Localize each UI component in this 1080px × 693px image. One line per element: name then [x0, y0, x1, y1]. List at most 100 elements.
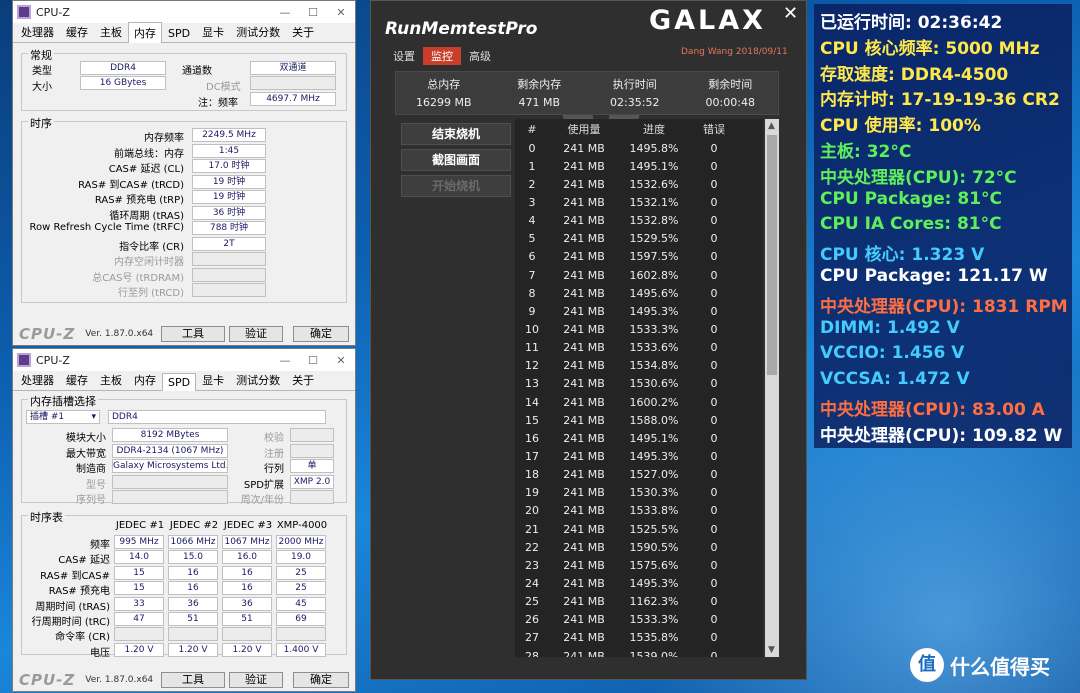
grid-cell: 1533.3% — [629, 613, 679, 627]
tab-2[interactable]: 主板 — [94, 369, 128, 390]
tab-2[interactable]: 主板 — [94, 21, 128, 42]
screenshot-button[interactable]: 截图画面 — [401, 149, 511, 171]
maximize-icon[interactable]: ☐ — [299, 354, 327, 367]
tab-7[interactable]: 关于 — [286, 21, 320, 42]
tools-button[interactable]: 工具 — [161, 672, 225, 688]
timing-label: 内存频率 — [144, 133, 184, 144]
galax-logo: GALAX — [649, 5, 766, 36]
module-right-value — [290, 428, 334, 442]
tab-7[interactable]: 关于 — [286, 369, 320, 390]
osd-line: DIMM: 1.492 V — [820, 317, 960, 338]
module-value: Galaxy Microsystems Ltd. — [112, 459, 228, 473]
close-icon[interactable]: ✕ — [327, 354, 355, 367]
cpuz-titlebar[interactable]: CPU-Z — ☐ ✕ — [13, 349, 355, 371]
tab-4[interactable]: SPD — [162, 24, 196, 42]
rmt-tab-2[interactable]: 高级 — [461, 47, 499, 65]
rmt-tab-1[interactable]: 监控 — [423, 47, 461, 65]
size-value: 16 GBytes — [80, 76, 166, 90]
grid-cell: 10 — [525, 322, 539, 336]
rmt-tab-0[interactable]: 设置 — [385, 47, 423, 65]
grid-cell: 1495.8% — [629, 141, 679, 155]
ok-button[interactable]: 确定 — [293, 326, 349, 342]
tab-6[interactable]: 测试分数 — [230, 369, 286, 390]
tab-3[interactable]: 内存 — [128, 22, 162, 43]
table-row: 13 241 MB 1530.6% 0 — [515, 375, 763, 393]
slot-type-value: DDR4 — [108, 410, 326, 424]
timing-cell: 2000 MHz — [276, 535, 326, 549]
grid-cell: 3 — [528, 195, 536, 209]
smzdm-logo-icon: 值 — [910, 648, 944, 682]
grid-cell: 0 — [710, 195, 718, 209]
stop-burn-button[interactable]: 结束烧机 — [401, 123, 511, 145]
scroll-up-icon[interactable]: ▲ — [768, 121, 775, 131]
tab-0[interactable]: 处理器 — [15, 21, 60, 42]
module-value — [112, 474, 228, 489]
tab-5[interactable]: 显卡 — [196, 369, 230, 390]
rmt-tab-bar: 设置 监控 高级 — [385, 47, 499, 65]
maximize-icon[interactable]: ☐ — [299, 6, 327, 19]
grid-cell: 1532.8% — [629, 214, 679, 228]
grid-scrollbar[interactable]: ▲ ▼ — [765, 119, 779, 657]
cpuz-logo-icon — [17, 353, 31, 367]
grid-cell: 241 MB — [563, 304, 605, 318]
slot-select[interactable]: 插槽 #1 ▾ — [26, 410, 100, 424]
tab-1[interactable]: 缓存 — [60, 369, 94, 390]
minimize-icon[interactable]: — — [271, 354, 299, 367]
tab-1[interactable]: 缓存 — [60, 21, 94, 42]
grid-cell: 0 — [710, 522, 718, 536]
tab-6[interactable]: 测试分数 — [230, 21, 286, 42]
table-row: 6 241 MB 1597.5% 0 — [515, 248, 763, 266]
table-row: 0 241 MB 1495.8% 0 — [515, 139, 763, 157]
verify-button[interactable]: 验证 — [229, 326, 283, 342]
table-row: 18 241 MB 1527.0% 0 — [515, 466, 763, 484]
grid-cell: 22 — [525, 540, 539, 554]
version-label: Ver. 1.87.0.x64 — [85, 329, 154, 339]
table-row: 15 241 MB 1588.0% 0 — [515, 411, 763, 429]
summary-value: 00:00:48 — [705, 96, 755, 109]
type-label: 类型 — [32, 66, 52, 77]
memory-summary: 总内存 剩余内存 执行时间 剩余时间 16299 MB 471 MB 02:35:52 00… — [395, 71, 779, 115]
grid-cell: 241 MB — [563, 250, 605, 264]
scrollbar-thumb[interactable] — [767, 135, 777, 375]
grid-cell: 1600.2% — [629, 395, 679, 409]
grid-cell: 0 — [710, 468, 718, 482]
close-icon[interactable]: ✕ — [327, 6, 355, 19]
slot-select-value: 插槽 #1 — [30, 412, 65, 422]
grid-cell: 1535.8% — [629, 631, 679, 645]
timing-col-header: JEDEC #3 — [223, 520, 273, 531]
tab-3[interactable]: 内存 — [128, 369, 162, 390]
minimize-icon[interactable]: — — [271, 6, 299, 19]
timing-cell: 51 — [222, 612, 272, 626]
grid-cell: 16 — [525, 431, 539, 445]
cpuz-tab-bar: 处理器 缓存 主板 内存 SPD 显卡 测试分数 关于 — [13, 371, 355, 391]
ok-button[interactable]: 确定 — [293, 672, 349, 688]
grid-cell: 13 — [525, 377, 539, 391]
timing-row-label: 电压 — [90, 647, 110, 659]
tools-button[interactable]: 工具 — [161, 326, 225, 342]
grid-cell: 1588.0% — [629, 413, 679, 427]
table-row: 25 241 MB 1162.3% 0 — [515, 593, 763, 611]
cpuz-titlebar[interactable]: CPU-Z — ☐ ✕ — [13, 1, 355, 23]
verify-button[interactable]: 验证 — [229, 672, 283, 688]
grid-cell: 241 MB — [563, 540, 605, 554]
grid-cell: 241 MB — [563, 214, 605, 228]
close-icon[interactable]: ✕ — [783, 3, 798, 24]
timing-row-label: 行周期时间 (tRC) — [31, 617, 110, 628]
tab-5[interactable]: 显卡 — [196, 21, 230, 42]
timing-row-label: 命令率 (CR) — [55, 632, 110, 644]
table-row: 17 241 MB 1495.3% 0 — [515, 447, 763, 465]
grid-cell: 0 — [710, 286, 718, 300]
tab-4[interactable]: SPD — [162, 373, 197, 391]
timing-cell: 14.0 — [114, 550, 164, 565]
module-value: DDR4-2134 (1067 MHz) — [112, 443, 228, 458]
tab-0[interactable]: 处理器 — [15, 369, 60, 390]
hwinfo-osd-overlay: 已运行时间: 02:36:42 CPU 核心频率: 5000 MHz 存取速度: D… — [814, 4, 1072, 448]
scroll-down-icon[interactable]: ▼ — [768, 645, 775, 655]
osd-line: 中央处理器(CPU): 109.82 W — [820, 425, 1063, 446]
window-title: CPU-Z — [36, 5, 70, 19]
timing-cell: 15 — [114, 565, 164, 580]
module-label: 最大带宽 — [66, 448, 106, 460]
table-row: 19 241 MB 1530.3% 0 — [515, 484, 763, 502]
osd-line: 已运行时间: 02:36:42 — [820, 13, 1003, 33]
grid-cell: 26 — [525, 613, 539, 627]
